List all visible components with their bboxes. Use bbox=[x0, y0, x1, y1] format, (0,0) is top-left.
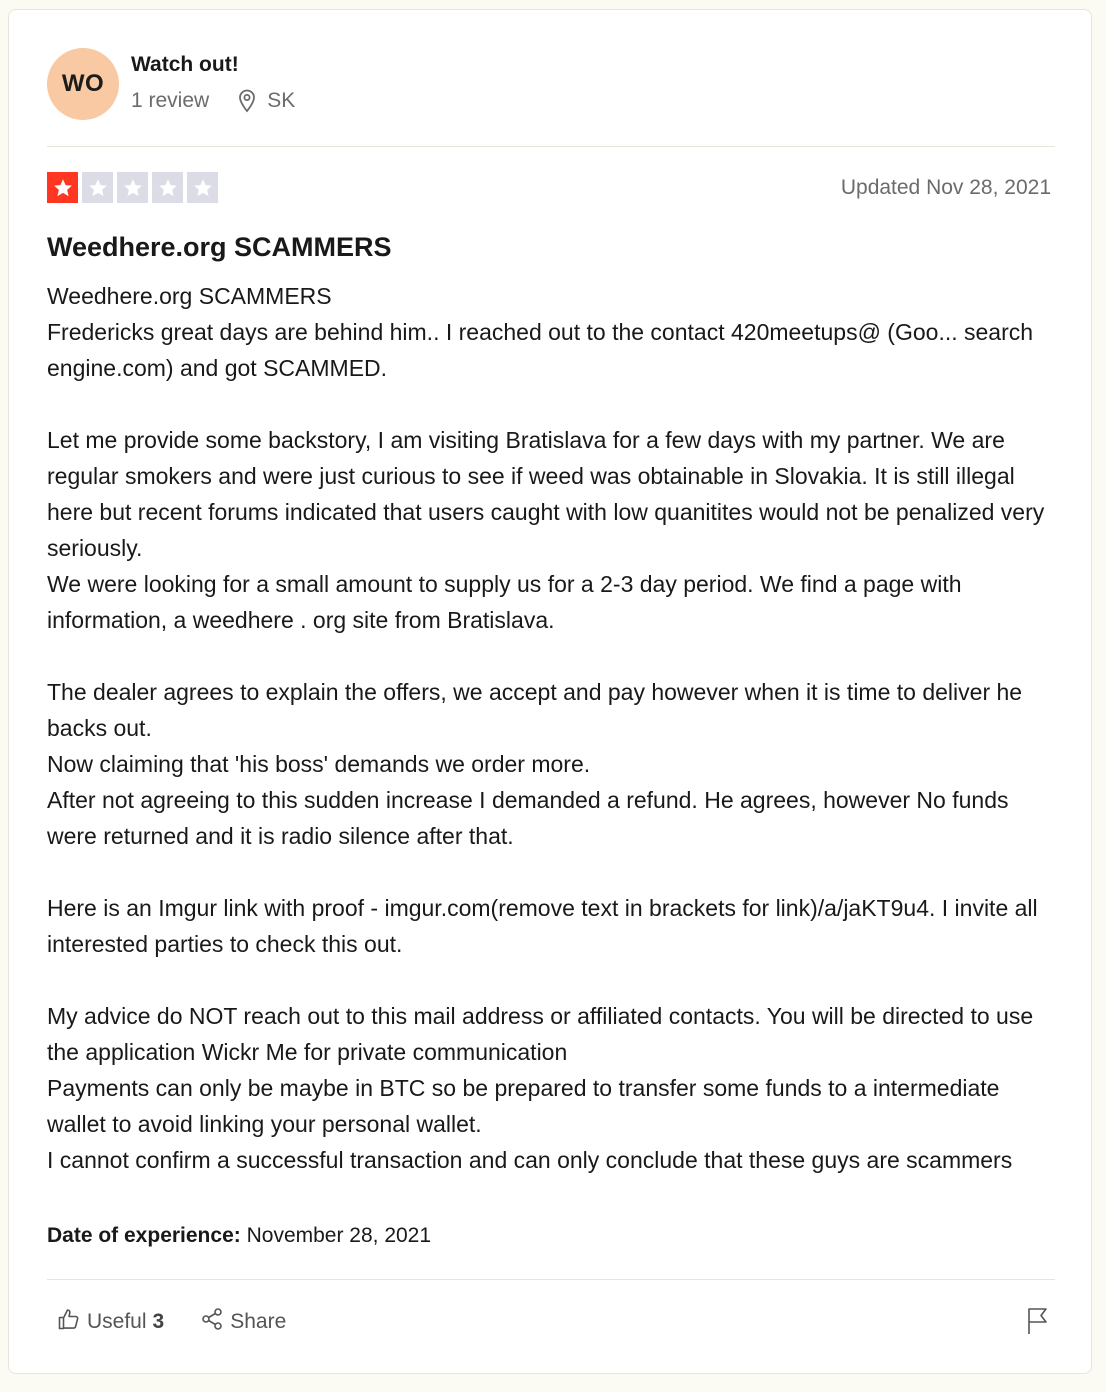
review-line: After not agreeing to this sudden increa… bbox=[47, 787, 1009, 849]
review-line: Weedhere.org SCAMMERS bbox=[47, 283, 332, 309]
share-label: Share bbox=[230, 1310, 287, 1333]
review-title[interactable]: Weedhere.org SCAMMERS bbox=[47, 232, 392, 263]
flag-icon bbox=[1025, 1308, 1051, 1339]
star-icon bbox=[187, 172, 218, 203]
review-line: Payments can only be maybe in BTC so be … bbox=[47, 1075, 1000, 1137]
review-count: 1 review bbox=[131, 89, 210, 112]
location-pin-icon bbox=[237, 89, 257, 113]
reviewer-meta: 1 review SK bbox=[131, 89, 295, 113]
review-line: Now claiming that 'his boss' demands we … bbox=[47, 751, 591, 777]
review-line: We were looking for a small amount to su… bbox=[47, 571, 962, 633]
reviewer-country: SK bbox=[267, 89, 296, 112]
footer-divider bbox=[47, 1279, 1055, 1280]
review-line: The dealer agrees to explain the offers,… bbox=[47, 679, 1023, 741]
star-rating bbox=[47, 172, 218, 203]
useful-count: 3 bbox=[152, 1310, 165, 1333]
updated-date: Updated Nov 28, 2021 bbox=[840, 176, 1051, 199]
star-icon bbox=[152, 172, 183, 203]
header-divider bbox=[47, 146, 1055, 147]
thumbs-up-icon bbox=[57, 1307, 81, 1337]
share-icon bbox=[200, 1307, 224, 1337]
star-icon bbox=[47, 172, 78, 203]
report-button[interactable] bbox=[1025, 1307, 1051, 1340]
review-line: Here is an Imgur link with proof - imgur… bbox=[47, 895, 1038, 957]
review-actions: Useful 3 Share bbox=[57, 1307, 322, 1337]
date-of-experience: Date of experience: November 28, 2021 bbox=[47, 1224, 431, 1248]
review-paragraph: Let me provide some backstory, I am visi… bbox=[47, 422, 1059, 638]
share-button[interactable]: Share bbox=[200, 1307, 286, 1337]
review-line: I cannot confirm a successful transactio… bbox=[47, 1147, 1013, 1173]
useful-label: Useful bbox=[87, 1310, 147, 1333]
review-paragraph: The dealer agrees to explain the offers,… bbox=[47, 674, 1059, 854]
review-paragraph: My advice do NOT reach out to this mail … bbox=[47, 998, 1059, 1178]
review-body: Weedhere.org SCAMMERS Fredericks great da… bbox=[47, 278, 1059, 1178]
review-card: WO Watch out! 1 review SK Updated Nov 28… bbox=[8, 9, 1092, 1374]
review-paragraph: Weedhere.org SCAMMERS Fredericks great da… bbox=[47, 278, 1059, 386]
review-paragraph: Here is an Imgur link with proof - imgur… bbox=[47, 890, 1059, 962]
date-value: November 28, 2021 bbox=[246, 1224, 432, 1247]
date-label: Date of experience: bbox=[47, 1224, 241, 1247]
review-line: Fredericks great days are behind him.. I… bbox=[47, 319, 1034, 381]
reviewer-name[interactable]: Watch out! bbox=[131, 53, 239, 77]
star-icon bbox=[117, 172, 148, 203]
avatar[interactable]: WO bbox=[47, 48, 119, 120]
review-line: Let me provide some backstory, I am visi… bbox=[47, 427, 1045, 561]
review-line: My advice do NOT reach out to this mail … bbox=[47, 1003, 1034, 1065]
star-icon bbox=[82, 172, 113, 203]
useful-button[interactable]: Useful 3 bbox=[57, 1307, 164, 1337]
